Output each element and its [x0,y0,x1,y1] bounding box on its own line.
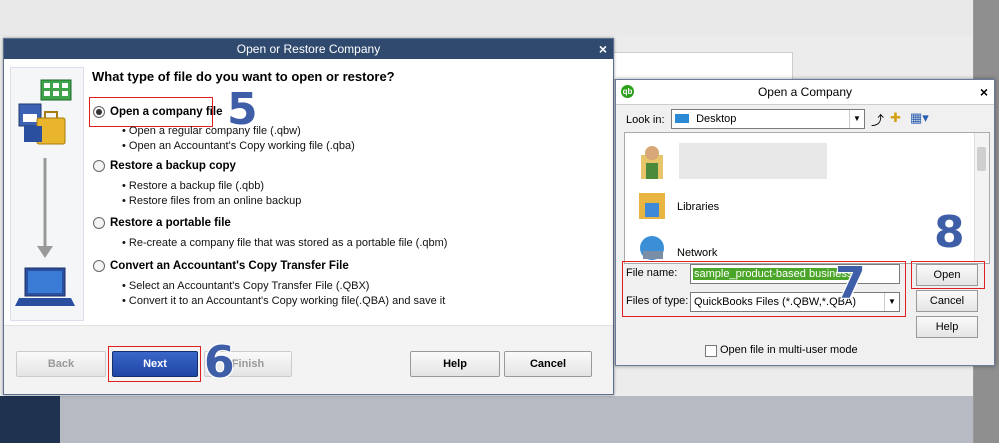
redacted-user-name [679,143,827,179]
detail-line: Restore a backup file (.qbb) [122,179,301,194]
dialog-title: Open or Restore Company [236,42,381,56]
dialog2-title: Open a Company [757,85,853,99]
desktop-icon [675,114,689,123]
libraries-icon [637,189,667,224]
file-name-input[interactable]: sample_product-based business [690,264,900,284]
dialog2-title-bar: qb Open a Company × [616,80,994,105]
option-details: Select an Accountant's Copy Transfer Fil… [122,279,445,309]
annotation-step-6: 6 [204,337,235,388]
open-button[interactable]: Open [916,264,978,286]
cancel-button[interactable]: Cancel [504,351,592,377]
question-heading: What type of file do you want to open or… [92,69,395,84]
multi-user-label: Open file in multi-user mode [720,344,858,356]
option-label: Restore a portable file [110,217,231,229]
highlight-box-open-company [89,97,213,127]
list-item-libraries[interactable]: Libraries [677,201,719,213]
open-company-dialog: qb Open a Company × Look in: Desktop ▼ ⤴… [615,79,995,366]
radio-button[interactable] [93,217,105,229]
background-panel [605,52,793,80]
dialog-title-bar: Open or Restore Company × [4,39,613,59]
option-details: Re-create a company file that was stored… [122,236,448,251]
new-folder-icon[interactable]: ✚ [890,110,901,126]
app-bottom-left [0,396,60,443]
radio-button[interactable] [93,260,105,272]
annotation-step-7: 7 [835,258,866,309]
detail-line: Restore files from an online backup [122,194,301,209]
look-in-label: Look in: [626,114,665,126]
next-button[interactable]: Next [112,351,198,377]
close-icon[interactable]: × [980,80,988,104]
app-top-bar [0,0,973,36]
chevron-down-icon: ▼ [849,110,864,128]
multi-user-checkbox[interactable] [705,345,717,357]
radio-button[interactable] [93,160,105,172]
user-folder-icon[interactable] [637,141,667,184]
option-restore-backup[interactable]: Restore a backup copy [93,160,236,172]
back-button[interactable]: Back [16,351,106,377]
file-name-value: sample_product-based business [693,268,854,280]
detail-line: Select an Accountant's Copy Transfer Fil… [122,279,445,294]
look-in-value: Desktop [696,113,737,125]
detail-line: Re-create a company file that was stored… [122,236,448,251]
help-button[interactable]: Help [410,351,500,377]
option-label: Convert an Accountant's Copy Transfer Fi… [110,260,349,272]
file-name-label: File name: [626,267,678,279]
cancel-button[interactable]: Cancel [916,290,978,312]
chevron-down-icon: ▼ [884,293,899,311]
look-in-dropdown[interactable]: Desktop ▼ [671,109,865,129]
close-icon[interactable]: × [599,39,607,59]
files-of-type-label: Files of type: [626,295,689,307]
files-of-type-value: QuickBooks Files (*.QBW,*.QBA) [694,296,856,308]
detail-line: Convert it to an Accountant's Copy worki… [122,294,445,309]
option-restore-portable[interactable]: Restore a portable file [93,217,231,229]
view-menu-icon[interactable]: ▦▾ [910,110,929,126]
app-bottom-area [0,396,973,443]
list-item-network[interactable]: Network [677,247,717,259]
network-icon [637,233,667,263]
detail-line: Open an Accountant's Copy working file (… [122,139,355,154]
quickbooks-logo-icon: qb [621,85,634,98]
option-details: Restore a backup file (.qbb) Restore fil… [122,179,301,209]
help-button[interactable]: Help [916,316,978,338]
annotation-step-8: 8 [934,207,965,258]
open-restore-dialog: Open or Restore Company × What type of f… [3,38,614,395]
option-convert-transfer-file[interactable]: Convert an Accountant's Copy Transfer Fi… [93,260,349,272]
files-of-type-dropdown[interactable]: QuickBooks Files (*.QBW,*.QBA) ▼ [690,292,900,312]
vertical-scrollbar[interactable] [974,133,989,261]
annotation-step-5: 5 [227,84,258,135]
scrollbar-thumb[interactable] [977,147,986,171]
up-folder-icon[interactable]: ⤴ [871,110,884,129]
side-illustration [10,67,84,321]
option-label: Restore a backup copy [110,160,236,172]
